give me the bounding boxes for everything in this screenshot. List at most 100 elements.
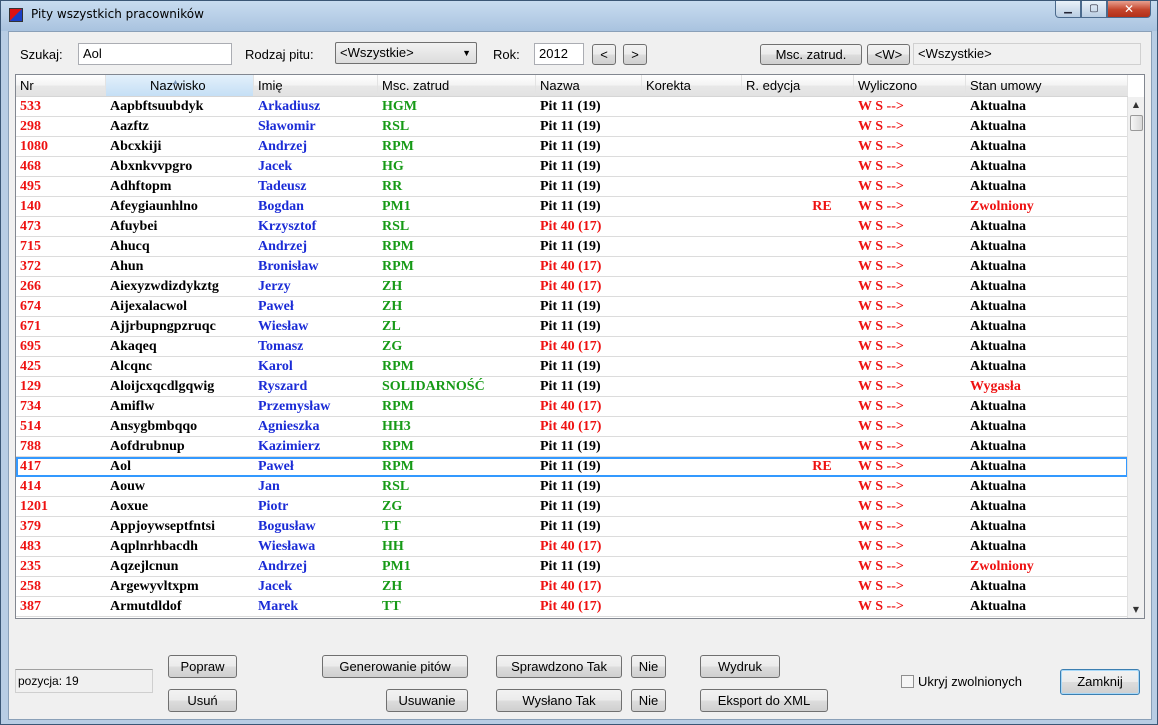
export-xml-button[interactable]: Eksport do XML (700, 689, 828, 712)
maximize-button[interactable]: ▢ (1081, 1, 1107, 18)
col-stan[interactable]: Stan umowy (966, 75, 1128, 96)
table-row[interactable]: 514 Ansygbmbqqo Agnieszka HH3 Pit 40 (17) W S… (16, 417, 1128, 437)
table-row[interactable]: 425 Alcqnc Karol RPM Pit 11 (19) W S --> Aktua… (16, 357, 1128, 377)
table-row[interactable]: 1080 Abcxkiji Andrzej RPM Pit 11 (19) W S -->… (16, 137, 1128, 157)
cell-redycja (742, 117, 854, 136)
remove-pits-button[interactable]: Usuwanie (386, 689, 468, 712)
table-row[interactable]: 266 Aiexyzwdizdykztg Jerzy ZH Pit 40 (17) W S… (16, 277, 1128, 297)
table-row[interactable]: 533 Aapbftsuubdyk Arkadiusz HGM Pit 11 (19) W… (16, 97, 1128, 117)
cell-nr: 483 (20, 539, 41, 554)
cell-msc: HG (382, 159, 404, 174)
table-row[interactable]: 379 Appjoywseptfntsi Bogusław TT Pit 11 (19)… (16, 517, 1128, 537)
table-row[interactable]: 495 Adhftopm Tadeusz RR Pit 11 (19) W S --> Ak… (16, 177, 1128, 197)
table-row[interactable]: 788 Aofdrubnup Kazimierz RPM Pit 11 (19) W S … (16, 437, 1128, 457)
table-row[interactable]: 468 Abxnkvvpgro Jacek HG Pit 11 (19) W S --> A… (16, 157, 1128, 177)
cell-imie: Krzysztof (258, 219, 317, 234)
next-year-button[interactable]: > (623, 44, 647, 65)
cell-nazwa: Pit 11 (19) (540, 119, 601, 134)
cell-korekta (642, 397, 742, 416)
edit-button[interactable]: Popraw (168, 655, 237, 678)
cell-msc: SOLIDARNOŚĆ (382, 379, 485, 394)
table-row[interactable]: 372 Ahun Bronisław RPM Pit 40 (17) W S --> Akt… (16, 257, 1128, 277)
table-row[interactable]: 414 Aouw Jan RSL Pit 11 (19) W S --> Aktualna (16, 477, 1128, 497)
table-row[interactable]: 674 Aijexalacwol Paweł ZH Pit 11 (19) W S -->… (16, 297, 1128, 317)
generate-pits-button[interactable]: Generowanie pitów (322, 655, 468, 678)
cell-nazwisko: Afuybei (110, 219, 158, 234)
scroll-thumb[interactable] (1130, 115, 1143, 131)
cell-redycja (742, 477, 854, 496)
cell-redycja (742, 437, 854, 456)
checked-yes-button[interactable]: Sprawdzono Tak (496, 655, 622, 678)
table-row[interactable]: 1201 Aoxue Piotr ZG Pit 11 (19) W S --> Aktual… (16, 497, 1128, 517)
table-row[interactable]: 258 Argewyvltxpm Jacek ZH Pit 40 (17) W S -->… (16, 577, 1128, 597)
prev-year-button[interactable]: < (592, 44, 616, 65)
col-korekta[interactable]: Korekta (642, 75, 742, 96)
pit-table[interactable]: Nr Nazwisko ▲ Imię Msc. zatrud Nazwa Kore… (15, 74, 1145, 619)
hide-dismissed-checkbox[interactable] (901, 675, 914, 688)
cell-stan: Aktualna (970, 459, 1027, 474)
cell-msc: RPM (382, 139, 414, 154)
cell-wyliczono: W S --> (858, 539, 904, 554)
workplace-w-button[interactable]: <W> (867, 44, 910, 65)
sort-ascending-icon: ▲ (172, 79, 179, 86)
table-row[interactable]: 387 Armutdldof Marek TT Pit 40 (17) W S --> Ak… (16, 597, 1128, 617)
close-button[interactable]: Zamknij (1060, 669, 1140, 695)
cell-korekta (642, 477, 742, 496)
vertical-scrollbar[interactable]: ▲ ▼ (1127, 97, 1144, 618)
col-nazwa[interactable]: Nazwa (536, 75, 642, 96)
cell-wyliczono: W S --> (858, 239, 904, 254)
cell-stan: Aktualna (970, 439, 1027, 454)
cell-nazwisko: Ahun (110, 259, 144, 274)
cell-korekta (642, 237, 742, 256)
sent-yes-button[interactable]: Wysłano Tak (496, 689, 622, 712)
cell-nr: 473 (20, 219, 41, 234)
table-row[interactable]: 140 Afeygiaunhlno Bogdan PM1 Pit 11 (19) RE W … (16, 197, 1128, 217)
col-wyliczono[interactable]: Wyliczono (854, 75, 966, 96)
cell-nr: 514 (20, 419, 41, 434)
cell-korekta (642, 97, 742, 116)
table-row[interactable]: 417 Aol Paweł RPM Pit 11 (19) RE W S --> Aktual… (16, 457, 1128, 477)
col-nazwisko[interactable]: Nazwisko ▲ (106, 75, 254, 96)
cell-imie: Arkadiusz (258, 99, 321, 114)
cell-nazwisko: Aloijcxqcdlgqwig (110, 379, 215, 394)
table-row[interactable]: 298 Aazftz Sławomir RSL Pit 11 (19) W S --> Ak… (16, 117, 1128, 137)
close-window-button[interactable]: ✕ (1107, 1, 1151, 18)
search-input[interactable]: Aol (78, 43, 232, 65)
cell-nazwa: Pit 11 (19) (540, 439, 601, 454)
sent-no-button[interactable]: Nie (631, 689, 666, 712)
cell-imie: Jan (258, 479, 280, 494)
table-row[interactable]: 671 Ajjrbupngpzruqc Wiesław ZL Pit 11 (19) W … (16, 317, 1128, 337)
col-nr[interactable]: Nr (16, 75, 106, 96)
col-imie[interactable]: Imię (254, 75, 378, 96)
checked-no-button[interactable]: Nie (631, 655, 666, 678)
workplace-button[interactable]: Msc. zatrud. (760, 44, 862, 65)
minimize-button[interactable]: ▁ (1055, 1, 1081, 18)
cell-redycja (742, 277, 854, 296)
cell-nr: 129 (20, 379, 41, 394)
delete-button[interactable]: Usuń (168, 689, 237, 712)
cell-nazwisko: Ajjrbupngpzruqc (110, 319, 216, 334)
scroll-up-icon[interactable]: ▲ (1128, 97, 1144, 113)
cell-imie: Andrzej (258, 239, 307, 254)
cell-nazwisko: Aijexalacwol (110, 299, 187, 314)
scroll-down-icon[interactable]: ▼ (1128, 602, 1144, 618)
cell-nazwisko: Abcxkiji (110, 139, 162, 154)
table-row[interactable]: 715 Ahucq Andrzej RPM Pit 11 (19) W S --> Aktu… (16, 237, 1128, 257)
cell-nazwisko: Adhftopm (110, 179, 172, 194)
table-row[interactable]: 483 Aqplnrhbacdh Wiesława HH Pit 40 (17) W S … (16, 537, 1128, 557)
table-row[interactable]: 235 Aqzejlcnun Andrzej PM1 Pit 11 (19) W S --… (16, 557, 1128, 577)
title-bar[interactable]: Pity wszystkich pracowników ▁ ▢ ✕ (1, 1, 1157, 29)
col-msc[interactable]: Msc. zatrud (378, 75, 536, 96)
pit-type-select[interactable]: <Wszystkie> ▼ (335, 42, 477, 64)
table-row[interactable]: 734 Amiflw Przemysław RPM Pit 40 (17) W S -->… (16, 397, 1128, 417)
cell-nr: 140 (20, 199, 41, 214)
cell-imie: Wiesław (258, 319, 309, 334)
table-row[interactable]: 473 Afuybei Krzysztof RSL Pit 40 (17) W S -->… (16, 217, 1128, 237)
year-input[interactable]: 2012 (534, 43, 584, 65)
col-redycja[interactable]: R. edycja (742, 75, 854, 96)
table-row[interactable]: 129 Aloijcxqcdlgqwig Ryszard SOLIDARNOŚĆ Pit… (16, 377, 1128, 397)
cell-nazwisko: Aoxue (110, 499, 149, 514)
print-button[interactable]: Wydruk (700, 655, 780, 678)
table-row[interactable]: 695 Akaqeq Tomasz ZG Pit 40 (17) W S --> Aktua… (16, 337, 1128, 357)
cell-stan: Aktualna (970, 279, 1027, 294)
